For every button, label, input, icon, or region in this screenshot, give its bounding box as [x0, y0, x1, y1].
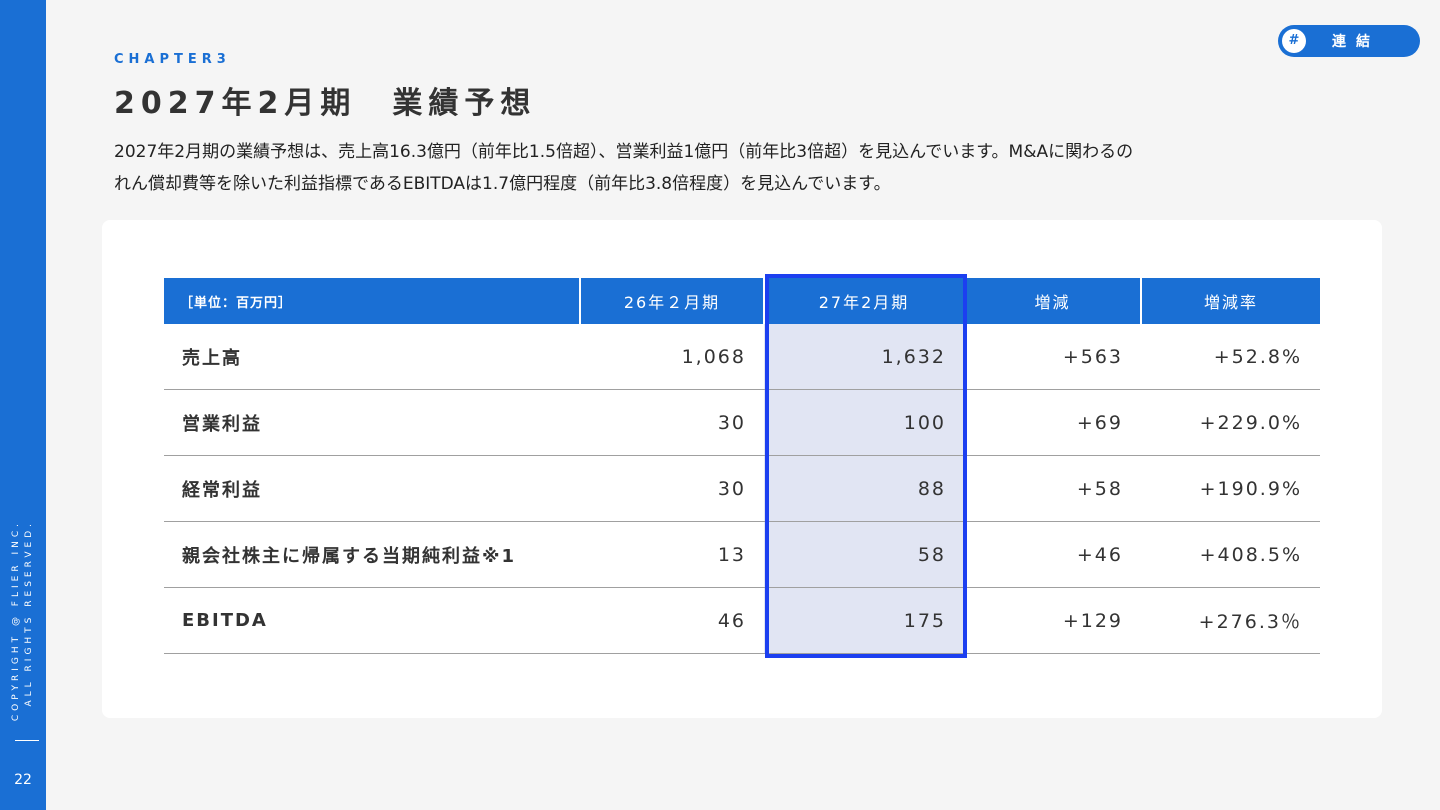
header-unit: ［単位：百万円］: [164, 278, 581, 324]
cell-fy27: 100: [764, 389, 964, 456]
cell-fy26: 13: [580, 521, 764, 588]
row-label: 親会社株主に帰属する当期純利益※1: [164, 521, 580, 588]
copyright-line-1: COPYRIGHT @ FLIER INC.: [11, 520, 21, 722]
cell-fy26: 46: [580, 587, 764, 654]
table-row: EBITDA 46 175 +129 +276.3％: [164, 587, 1320, 654]
chapter-label: CHAPTER3: [114, 52, 231, 67]
forecast-table: ［単位：百万円］ 26年２月期 27年2月期 増減 増減率 売上高 1,068 …: [164, 278, 1320, 654]
cell-fy27: 175: [764, 587, 964, 654]
cell-change-rate: +276.3％: [1141, 587, 1320, 654]
cell-fy27: 1,632: [764, 324, 964, 390]
header-fy26: 26年２月期: [580, 278, 765, 324]
hash-icon: #: [1282, 29, 1306, 53]
table-row: 親会社株主に帰属する当期純利益※1 13 58 +46 +408.5%: [164, 521, 1320, 588]
cell-change: +46: [964, 521, 1141, 588]
row-label: 売上高: [164, 324, 580, 390]
header-change-rate: 増減率: [1141, 278, 1320, 324]
header-fy27: 27年2月期: [764, 278, 965, 324]
cell-change: +58: [964, 455, 1141, 522]
table-row: 経常利益 30 88 +58 +190.9%: [164, 455, 1320, 522]
cell-fy27: 58: [764, 521, 964, 588]
cell-change-rate: +408.5%: [1141, 521, 1320, 588]
cell-fy27: 88: [764, 455, 964, 522]
description: 2027年2月期の業績予想は、売上高16.3億円（前年比1.5倍超）、営業利益1…: [114, 136, 1384, 200]
tag-label: 連結: [1332, 34, 1380, 50]
row-label: 営業利益: [164, 389, 580, 456]
cell-fy26: 1,068: [580, 324, 764, 390]
cell-change-rate: +229.0%: [1141, 389, 1320, 456]
cell-fy26: 30: [580, 455, 764, 522]
cell-change: +129: [964, 587, 1141, 654]
cell-change: +69: [964, 389, 1141, 456]
row-label: 経常利益: [164, 455, 580, 522]
consolidated-tag: # 連結: [1278, 25, 1420, 57]
copyright-line-2: ALL RIGHTS RESERVED.: [24, 520, 34, 707]
table-row: 売上高 1,068 1,632 +563 +52.8%: [164, 324, 1320, 390]
cell-change-rate: +52.8%: [1141, 324, 1320, 390]
copyright-notice: COPYRIGHT @ FLIER INC. ALL RIGHTS RESERV…: [10, 520, 40, 741]
page-title: 2027年2月期 業績予想: [114, 86, 537, 121]
sidebar: COPYRIGHT @ FLIER INC. ALL RIGHTS RESERV…: [0, 0, 46, 810]
cell-fy26: 30: [580, 389, 764, 456]
row-label: EBITDA: [164, 587, 580, 654]
divider: [15, 740, 39, 741]
table-row: 営業利益 30 100 +69 +229.0%: [164, 389, 1320, 456]
cell-change: +563: [964, 324, 1141, 390]
header-change: 増減: [964, 278, 1142, 324]
description-line-2: れん償却費等を除いた利益指標であるEBITDAは1.7億円程度（前年比3.8倍程…: [114, 174, 891, 194]
table-header-row: ［単位：百万円］ 26年２月期 27年2月期 増減 増減率: [164, 278, 1320, 324]
cell-change-rate: +190.9%: [1141, 455, 1320, 522]
description-line-1: 2027年2月期の業績予想は、売上高16.3億円（前年比1.5倍超）、営業利益1…: [114, 142, 1134, 162]
page-number: 22: [14, 772, 32, 788]
